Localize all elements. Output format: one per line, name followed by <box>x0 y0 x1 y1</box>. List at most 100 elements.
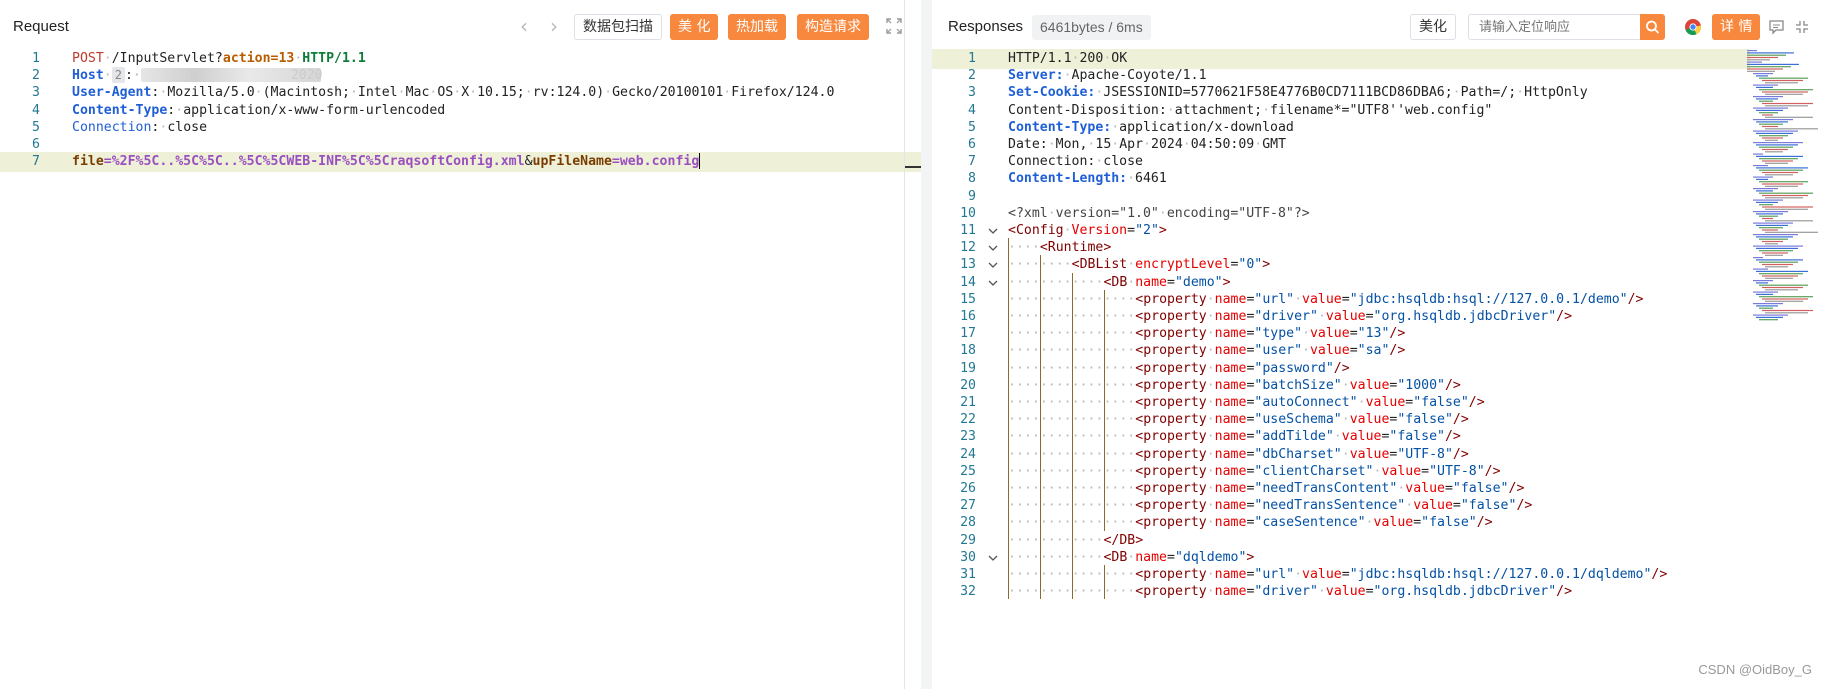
minimap-line <box>1759 250 1793 252</box>
response-panel: Responses 6461bytes / 6ms 美化 详 情 1HTTP/1… <box>932 0 1826 689</box>
panel-divider[interactable] <box>921 0 932 689</box>
minimap-line <box>1756 293 1773 295</box>
xml-tag: <property <box>1135 343 1207 359</box>
minimap-line <box>1753 245 1803 247</box>
collapse-icon[interactable] <box>1794 19 1810 35</box>
http-protocol: HTTP/1.1 <box>302 51 366 66</box>
header-value: JSESSIONID=5770621F58E4776B0CD7111BCD86D… <box>1103 85 1453 101</box>
indent-dot: · <box>1039 360 1048 376</box>
minimap-line <box>1765 185 1798 187</box>
hot-load-button[interactable]: 热加载 <box>728 14 786 40</box>
whitespace-dot: · <box>1333 429 1342 445</box>
indent-dot: · <box>1008 326 1016 342</box>
whitespace-dot: · <box>103 68 112 84</box>
xml-attr-value: "user" <box>1254 343 1303 359</box>
whitespace-dot: · <box>1365 515 1374 531</box>
minimap-line <box>1762 114 1773 116</box>
xml-equals: = <box>1166 549 1175 565</box>
indent-dot: · <box>1055 274 1064 290</box>
indent-dot: · <box>1047 291 1056 307</box>
watermark: CSDN @OidBoy_G <box>1698 662 1812 677</box>
header-text: <?xml <box>1008 205 1048 221</box>
minimap-line <box>1753 303 1783 305</box>
indent-dot: · <box>1008 412 1016 428</box>
header-text: attachment; <box>1174 102 1263 118</box>
indent-dot: · <box>1047 567 1056 582</box>
minimap-line <box>1762 263 1793 266</box>
indent-dot: · <box>1079 291 1088 307</box>
indent-dot: · <box>1008 549 1016 565</box>
body-param-key: file <box>72 154 104 170</box>
indent-dot: · <box>1008 343 1016 359</box>
request-editor[interactable]: 1 POST·/InputServlet?action=13·HTTP/1.1 2 H… <box>0 48 921 689</box>
back-arrow-icon[interactable]: ‹ <box>520 14 528 38</box>
details-button[interactable]: 详 情 <box>1712 14 1761 40</box>
chrome-icon[interactable] <box>1684 18 1702 36</box>
packet-scan-button[interactable]: 数据包扫描 <box>574 14 662 40</box>
minimap-line <box>1756 109 1783 111</box>
response-minimap[interactable] <box>1745 48 1825 338</box>
xml-tag-close: > <box>1222 274 1231 290</box>
xml-tag: <property <box>1135 291 1207 307</box>
xml-attr-name: value <box>1325 309 1366 324</box>
minimap-line <box>1762 79 1803 82</box>
minimap-line <box>1747 54 1786 56</box>
indent-dot: · <box>1047 481 1056 496</box>
indent-dot: · <box>1079 274 1088 290</box>
minimap-line <box>1756 305 1778 307</box>
header-text: encoding="UTF-8"?> <box>1166 205 1310 221</box>
indent-dot: · <box>1023 240 1032 256</box>
minimap-line <box>1756 144 1798 146</box>
xml-attr-value: "2" <box>1135 223 1159 238</box>
xml-attr-value: "type" <box>1254 326 1303 342</box>
response-search-input[interactable] <box>1468 14 1660 40</box>
minimap-line <box>1762 102 1813 105</box>
indent-dot: · <box>1023 395 1032 410</box>
expand-icon[interactable] <box>885 17 903 35</box>
xml-tag: <property <box>1135 481 1207 496</box>
construct-request-button[interactable]: 构造请求 <box>797 14 869 40</box>
xml-attr-name: value <box>1302 567 1342 582</box>
xml-equals: = <box>1127 223 1136 238</box>
minimap-line <box>1759 227 1783 229</box>
http-method: POST <box>72 51 104 66</box>
xml-attr-value: "false" <box>1413 395 1469 410</box>
indent-dot: · <box>1023 584 1032 600</box>
xml-tag: <property <box>1135 395 1207 410</box>
xml-attr-name: name <box>1214 446 1247 462</box>
minimap-line <box>1753 314 1788 316</box>
comment-icon[interactable] <box>1768 19 1785 35</box>
search-button[interactable] <box>1640 14 1665 40</box>
xml-tag-close: /> <box>1468 395 1485 410</box>
minimap-line <box>1753 234 1798 236</box>
indent-dot: · <box>1079 481 1088 496</box>
whitespace-dot: · <box>103 51 112 66</box>
header-key: Content-Length: <box>1008 171 1128 187</box>
indent-dot: · <box>1031 240 1040 256</box>
forward-arrow-icon[interactable]: › <box>550 14 558 38</box>
indent-dot: · <box>1023 291 1032 307</box>
indent-dot: · <box>1008 395 1016 410</box>
response-editor[interactable]: 1 HTTP/1.1·200·OK 2 Server:·Apache-Coyote/1… <box>932 48 1826 689</box>
minimap-line <box>1753 73 1773 75</box>
xml-attr-value: "needTransSentence" <box>1254 498 1406 514</box>
minimap-line <box>1747 56 1778 59</box>
indent-dot: · <box>1031 309 1040 324</box>
request-scrollbar[interactable] <box>904 0 905 689</box>
indent-dot: · <box>1031 481 1040 496</box>
query-param-key: action <box>222 51 271 66</box>
response-line-code: ················<property·name="driver"·… <box>1008 582 1572 602</box>
minimap-line <box>1765 139 1778 141</box>
indent-dot: · <box>1031 498 1040 514</box>
indent-dot: · <box>1039 584 1048 600</box>
indent-dot: · <box>1031 446 1040 462</box>
indent-dot: · <box>1039 326 1048 342</box>
minimap-line <box>1765 162 1788 164</box>
xml-attr-value: "addTilde" <box>1254 429 1334 445</box>
response-beautify-button[interactable]: 美化 <box>1410 14 1456 40</box>
xml-tag-close: /> <box>1627 291 1644 307</box>
xml-equals: = <box>1413 515 1422 531</box>
minimap-line <box>1756 167 1808 169</box>
minimap-line <box>1756 316 1783 318</box>
beautify-button[interactable]: 美 化 <box>670 14 719 40</box>
